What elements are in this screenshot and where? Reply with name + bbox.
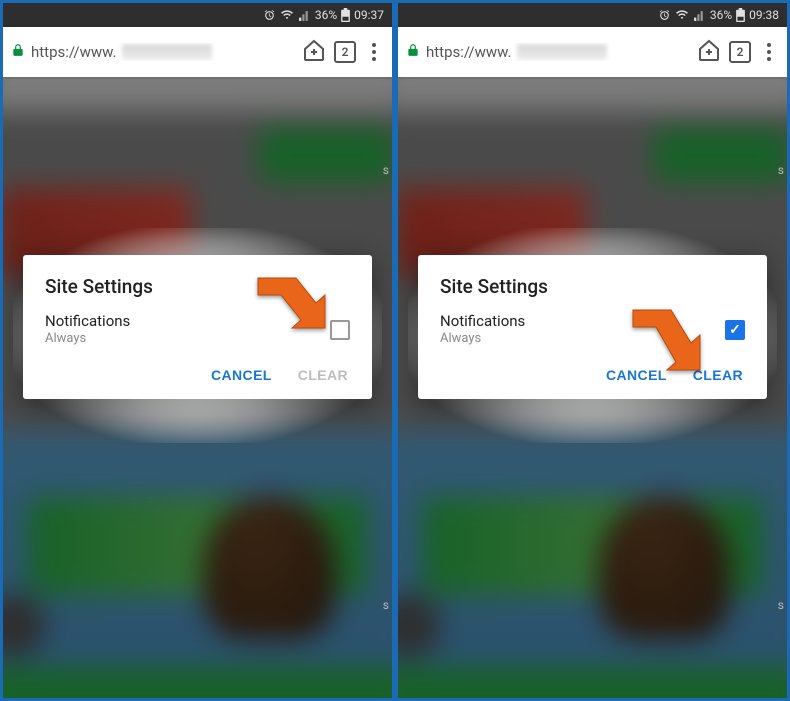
home-plus-icon[interactable] (697, 38, 721, 66)
battery-icon (736, 8, 745, 22)
alarm-icon (658, 9, 671, 22)
url-field[interactable]: https://www. (11, 43, 294, 61)
home-plus-icon[interactable] (302, 38, 326, 66)
battery-icon (341, 8, 350, 22)
notifications-sublabel: Always (45, 331, 130, 347)
url-redacted (517, 44, 607, 60)
notifications-row[interactable]: Notifications Always (45, 312, 350, 347)
notifications-label: Notifications (45, 312, 130, 331)
phone-right: 36% 09:38 https://www. 2 s s Site Settin… (398, 3, 787, 698)
battery-percent: 36% (710, 8, 732, 22)
signal-icon (298, 9, 311, 22)
alarm-icon (263, 9, 276, 22)
notifications-row[interactable]: Notifications Always ✓ (440, 312, 745, 347)
lock-icon (11, 43, 25, 61)
decorative-text: s (383, 163, 389, 177)
lock-icon (406, 43, 420, 61)
battery-percent: 36% (315, 8, 337, 22)
notifications-checkbox[interactable] (330, 320, 350, 340)
notifications-checkbox[interactable]: ✓ (725, 320, 745, 340)
decorative-text: s (778, 598, 784, 612)
wifi-icon (675, 9, 689, 22)
menu-icon[interactable] (759, 43, 779, 61)
phone-left: 36% 09:37 https://www. 2 s s Site Settin… (3, 3, 392, 698)
menu-icon[interactable] (364, 43, 384, 61)
cancel-button[interactable]: CANCEL (606, 367, 667, 383)
url-text: https://www. (31, 43, 116, 61)
url-bar: https://www. 2 (398, 27, 787, 77)
tab-count[interactable]: 2 (729, 41, 751, 63)
url-bar: https://www. 2 (3, 27, 392, 77)
site-settings-dialog: Site Settings Notifications Always CANCE… (23, 255, 372, 399)
tab-count[interactable]: 2 (334, 41, 356, 63)
signal-icon (693, 9, 706, 22)
decorative-text: s (383, 598, 389, 612)
clear-button: CLEAR (298, 367, 348, 383)
url-field[interactable]: https://www. (406, 43, 689, 61)
clock-text: 09:38 (749, 8, 779, 22)
wifi-icon (280, 9, 294, 22)
dialog-title: Site Settings (440, 275, 745, 298)
url-text: https://www. (426, 43, 511, 61)
clear-button[interactable]: CLEAR (693, 367, 743, 383)
status-bar: 36% 09:37 (3, 3, 392, 27)
site-settings-dialog: Site Settings Notifications Always ✓ CAN… (418, 255, 767, 399)
clock-text: 09:37 (354, 8, 384, 22)
dialog-title: Site Settings (45, 275, 350, 298)
url-redacted (122, 44, 212, 60)
decorative-text: s (778, 163, 784, 177)
notifications-sublabel: Always (440, 331, 525, 347)
status-bar: 36% 09:38 (398, 3, 787, 27)
notifications-label: Notifications (440, 312, 525, 331)
cancel-button[interactable]: CANCEL (211, 367, 272, 383)
